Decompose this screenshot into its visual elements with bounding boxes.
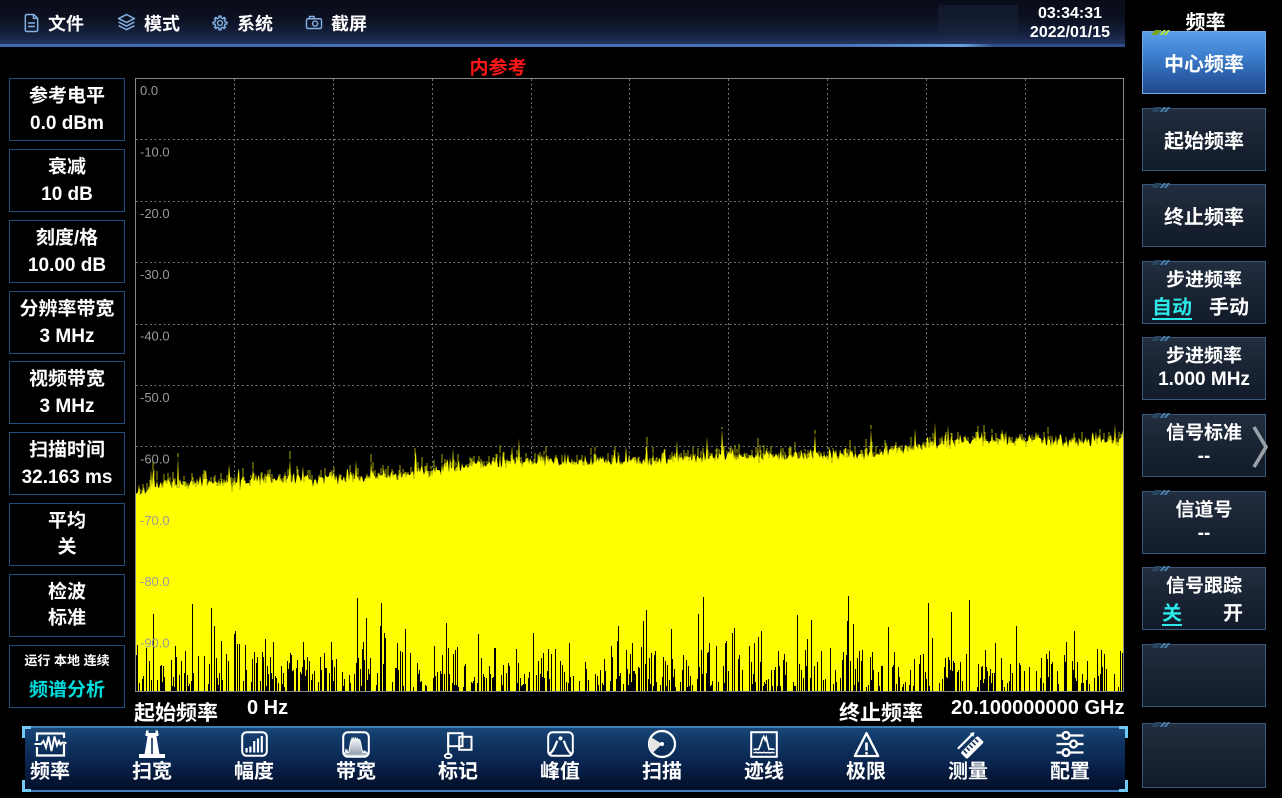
svg-text:-60.0: -60.0 (140, 451, 170, 466)
svg-text:0.0: 0.0 (140, 83, 158, 98)
svg-text:-50.0: -50.0 (140, 390, 170, 405)
svg-text:-90.0: -90.0 (140, 636, 170, 651)
svg-text:-20.0: -20.0 (140, 206, 170, 221)
svg-text:-40.0: -40.0 (140, 329, 170, 344)
svg-text:-70.0: -70.0 (140, 513, 170, 528)
svg-text:-80.0: -80.0 (140, 574, 170, 589)
svg-text:-30.0: -30.0 (140, 267, 170, 282)
svg-text:-10.0: -10.0 (140, 144, 170, 159)
